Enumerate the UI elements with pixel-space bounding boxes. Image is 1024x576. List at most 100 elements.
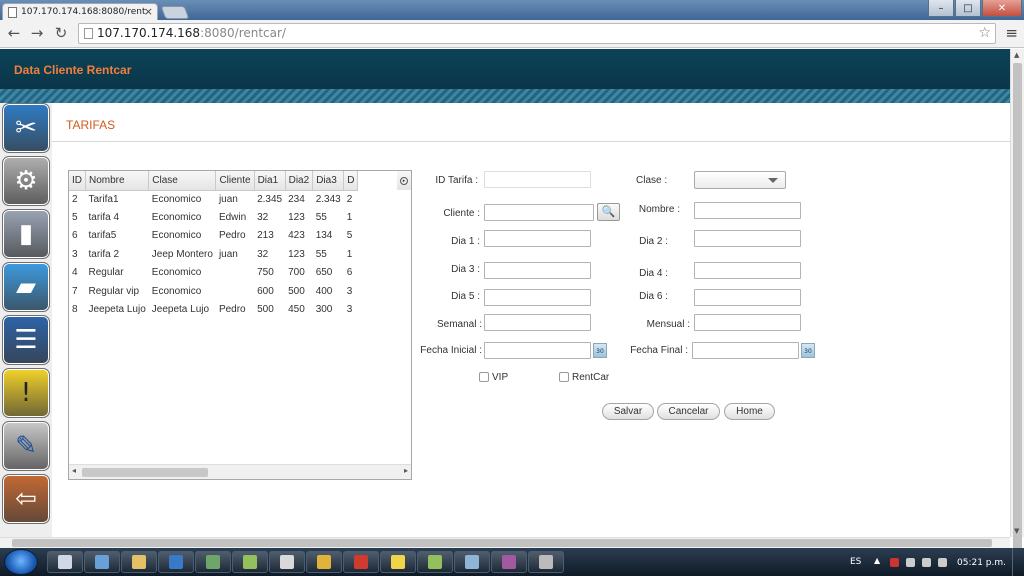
scrollbar-thumb[interactable]	[82, 468, 208, 477]
table-row[interactable]: 2 Tarifa1 Economico juan 2.345 234 2.343 2	[69, 190, 358, 208]
start-button[interactable]	[4, 549, 38, 575]
scroll-left-icon[interactable]: ◂	[72, 466, 76, 475]
volume-icon[interactable]	[922, 558, 931, 567]
fecha-inicial-field[interactable]	[484, 342, 591, 359]
scrollbar-thumb[interactable]	[1013, 63, 1022, 563]
dia2-field[interactable]	[694, 230, 801, 247]
browser-menu-icon[interactable]: ≡	[1005, 24, 1018, 42]
spreadsheet-icon	[206, 555, 220, 569]
display-icon[interactable]	[938, 558, 947, 567]
tray-expand-icon[interactable]: ▲	[874, 556, 883, 565]
taskbar-app-button[interactable]	[491, 551, 527, 573]
taskbar-app-button[interactable]	[380, 551, 416, 573]
table-cell: Regular vip	[88, 285, 140, 297]
table-row[interactable]: 5 tarifa 4 Economico Edwin 32 123 55 1	[69, 208, 358, 226]
fecha-inicial-label: Fecha Inicial :	[420, 345, 482, 356]
column-header[interactable]: Dia3	[312, 171, 345, 191]
page-vertical-scrollbar[interactable]: ▲ ▼	[1010, 49, 1024, 563]
back-arrow-icon[interactable]: ←	[4, 24, 24, 42]
column-header[interactable]: Cliente	[215, 171, 255, 191]
column-header[interactable]: Dia2	[285, 171, 314, 191]
calendar-icon[interactable]: 30	[801, 343, 815, 358]
taskbar-app-button[interactable]	[417, 551, 453, 573]
column-picker-button[interactable]: ▸	[397, 171, 411, 190]
scroll-down-icon[interactable]: ▼	[1014, 527, 1019, 535]
taskbar-app-button[interactable]	[232, 551, 268, 573]
semanal-field[interactable]	[484, 314, 591, 331]
tab-close-icon[interactable]: ×	[144, 5, 153, 18]
cancelar-button[interactable]: Cancelar	[657, 403, 720, 420]
reload-icon[interactable]: ↻	[51, 24, 71, 42]
taskbar-app-button[interactable]	[195, 551, 231, 573]
forward-arrow-icon[interactable]: →	[27, 24, 47, 42]
sidebar-edit-button[interactable]: ✎	[2, 421, 50, 471]
taskbar-app-button[interactable]	[343, 551, 379, 573]
sidebar-alerts-button[interactable]: !	[2, 368, 50, 418]
clase-select[interactable]	[694, 171, 786, 189]
taskbar-app-button[interactable]	[454, 551, 490, 573]
taskbar-app-button[interactable]	[158, 551, 194, 573]
table-row[interactable]: 7 Regular vip Economico 600 500 400 3	[69, 282, 358, 300]
nombre-field[interactable]	[694, 202, 801, 219]
outlook-icon	[169, 555, 183, 569]
browser-tab[interactable]: 107.170.174.168:8080/rent ×	[2, 3, 158, 20]
table-row[interactable]: 3 tarifa 2 Jeep Montero juan 32 123 55 1	[69, 245, 358, 263]
taskbar-app-button[interactable]	[528, 551, 564, 573]
grid-horizontal-scrollbar[interactable]: ◂ ▸	[69, 464, 411, 479]
column-header[interactable]: Nombre	[85, 171, 150, 191]
table-header-row: ID Nombre Clase Cliente Dia1 Dia2 Dia3 D	[69, 171, 359, 191]
language-indicator[interactable]: ES	[850, 557, 861, 567]
close-window-button[interactable]: ✕	[982, 0, 1022, 17]
dia5-field[interactable]	[484, 289, 591, 306]
column-header[interactable]: Dia1	[254, 171, 286, 191]
network-icon[interactable]	[906, 558, 915, 567]
table-row[interactable]: 8 Jeepeta Lujo Jeepeta Lujo Pedro 500 450 300 3	[69, 300, 358, 318]
salvar-button[interactable]: Salvar	[602, 403, 654, 420]
sidebar-exit-button[interactable]: ⇦	[2, 474, 50, 524]
dia6-field[interactable]	[694, 289, 801, 306]
calendar-icon[interactable]: 30	[593, 343, 607, 358]
table-cell: Pedro	[218, 230, 246, 242]
home-button[interactable]: Home	[724, 403, 775, 420]
fecha-final-field[interactable]	[692, 342, 799, 359]
page-horizontal-scrollbar[interactable]	[0, 537, 1010, 548]
speedometer-icon	[539, 555, 553, 569]
address-bar[interactable]: 107.170.174.168:8080/rentcar/ ☆	[78, 23, 996, 44]
maximize-button[interactable]: □	[955, 0, 981, 17]
table-cell: 55	[315, 212, 327, 224]
taskbar-app-button[interactable]	[84, 551, 120, 573]
system-tray: ES ▲ 05:21 p.m.	[844, 548, 1024, 576]
column-header[interactable]: Clase	[148, 171, 217, 191]
minimize-button[interactable]: –	[928, 0, 954, 17]
sidebar-settings-button[interactable]: ⚙	[2, 156, 50, 206]
vip-checkbox[interactable]	[479, 372, 489, 382]
show-desktop-button[interactable]	[1012, 548, 1024, 576]
column-header[interactable]: ID	[69, 171, 86, 191]
table-row[interactable]: 4 Regular Economico 750 700 650 6	[69, 264, 358, 282]
sidebar-files-button[interactable]: ▰	[2, 262, 50, 312]
dia4-field[interactable]	[694, 262, 801, 279]
scroll-up-icon[interactable]: ▲	[1014, 51, 1019, 59]
taskbar-app-button[interactable]	[47, 551, 83, 573]
bookmark-star-icon[interactable]: ☆	[978, 24, 991, 43]
column-header[interactable]: D	[343, 171, 359, 191]
tarifas-grid[interactable]: ID Nombre Clase Cliente Dia1 Dia2 Dia3 D 2 Tarif…	[68, 170, 412, 480]
table-cell: 423	[288, 230, 305, 242]
scrollbar-thumb[interactable]	[12, 539, 992, 547]
clock[interactable]: 05:21 p.m.	[957, 558, 1006, 568]
action-center-flag-icon[interactable]	[890, 558, 899, 567]
dia3-field[interactable]	[484, 262, 591, 279]
taskbar-app-button[interactable]	[306, 551, 342, 573]
table-row[interactable]: 6 tarifa5 Economico Pedro 213 423 134 5	[69, 227, 358, 245]
sidebar-reports-button[interactable]: ▮	[2, 209, 50, 259]
mensual-field[interactable]	[694, 314, 801, 331]
taskbar-app-button[interactable]	[269, 551, 305, 573]
rentcar-checkbox[interactable]	[559, 372, 569, 382]
scroll-right-icon[interactable]: ▸	[404, 466, 408, 475]
dia1-field[interactable]	[484, 230, 591, 247]
new-tab-button[interactable]	[160, 6, 190, 19]
cliente-field[interactable]	[484, 204, 594, 221]
taskbar-app-button[interactable]	[121, 551, 157, 573]
sidebar-tools-button[interactable]: ✂	[2, 103, 50, 153]
sidebar-list-button[interactable]: ☰	[2, 315, 50, 365]
